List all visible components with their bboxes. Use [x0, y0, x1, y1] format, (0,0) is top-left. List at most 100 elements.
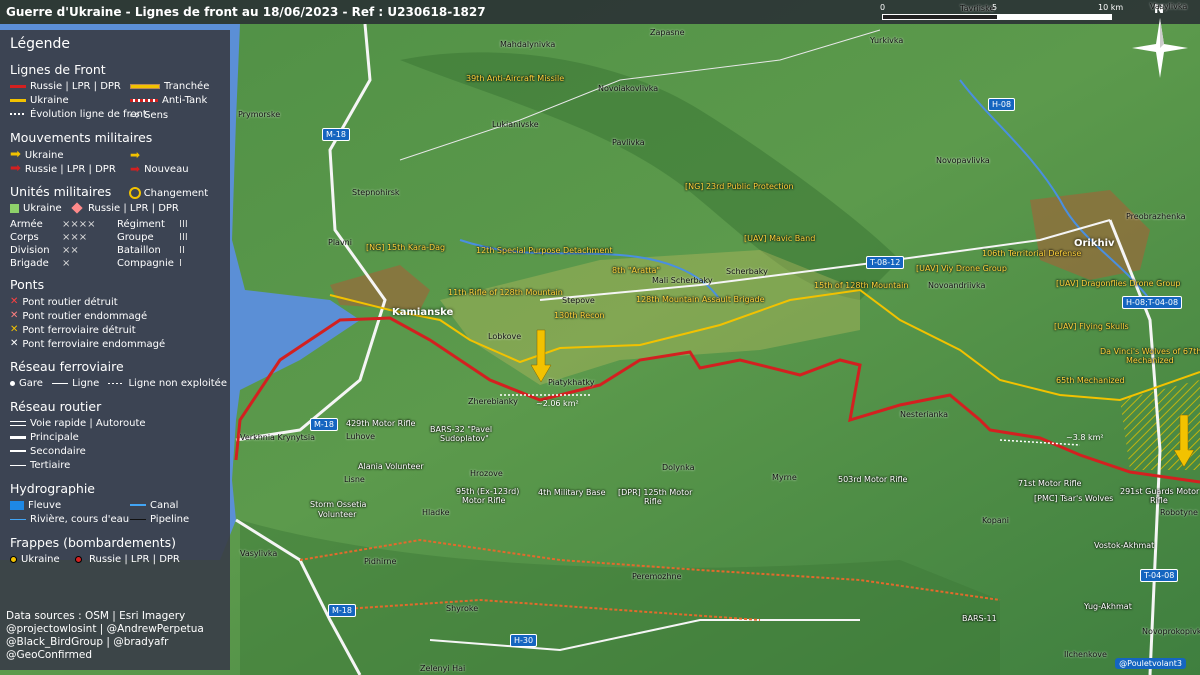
main-road-swatch: [10, 435, 26, 439]
highway-swatch: [10, 420, 26, 426]
ua-unit-label: 128th Mountain Assault Brigade: [636, 295, 765, 304]
rail-line-swatch: [52, 382, 69, 384]
rail-bridge-destroyed-icon: ✕: [10, 324, 19, 335]
ua-unit-label: 130th Recon: [554, 311, 605, 320]
town-label: Lobkove: [488, 332, 522, 341]
town-label: Yurkivka: [870, 36, 904, 45]
ua-unit-label: 15th of 128th Mountain: [814, 281, 909, 290]
legend-r3: Secondaire: [30, 446, 86, 457]
ru-unit-label: Vostok-Akhmat: [1094, 541, 1155, 550]
area-gain-label: ~2.06 km²: [536, 399, 579, 408]
legend-rail-title: Réseau ferroviaire: [10, 359, 124, 374]
ua-unit-label: [NG] 15th Kara-Dag: [366, 243, 446, 252]
ru-strike-dot-icon: [74, 555, 82, 563]
river-swatch: [10, 518, 26, 520]
town-label: Dolynka: [662, 463, 695, 472]
trench-swatch: [130, 83, 160, 89]
source-line-1: @projectowlosint | @AndrewPerpetua: [6, 623, 204, 635]
road-bridge-damaged-icon: ✕: [10, 310, 19, 321]
grid-2-a: Division: [10, 245, 50, 256]
ru-unit-label: 4th Military Base: [538, 488, 606, 497]
town-label: Peremozhne: [632, 572, 682, 581]
legend-front-title: Lignes de Front: [10, 62, 106, 77]
town-label: Vasylivka: [240, 549, 278, 558]
grid-3-a: Brigade: [10, 258, 49, 269]
legend-antitank: Anti-Tank: [162, 95, 208, 106]
sens-arrow-icon: ⇨: [130, 108, 141, 122]
town-label: Pidhirne: [364, 557, 397, 566]
legend-russia-line: Russie | LPR | DPR: [30, 81, 121, 92]
road-shield-t0812: T-08-12: [866, 256, 905, 269]
legend-strikes-title: Frappes (bombardements): [10, 535, 176, 550]
road-bridge-destroyed-icon: ✕: [10, 296, 19, 307]
ua-unit-label: 8th "Aratta": [612, 266, 661, 275]
compass-rose: N: [1132, 0, 1188, 80]
ru-unit-label: 95th (Ex-123rd): [456, 487, 520, 496]
grid-1-a: Corps: [10, 232, 39, 243]
ru-unit-label: Sudoplatov": [440, 434, 489, 443]
secondary-road-swatch: [10, 450, 26, 452]
town-label: Plavni: [328, 238, 352, 247]
grid-1-bs: III: [179, 232, 188, 243]
evolution-swatch: [10, 113, 26, 115]
ru-unit-label: 71st Motor Rifle: [1018, 479, 1082, 488]
town-label: Stepove: [562, 296, 595, 305]
town-label: Zelenyi Hai: [420, 664, 466, 673]
legend-b1: Pont routier détruit: [22, 297, 118, 308]
legend-r4: Tertiaire: [30, 460, 71, 471]
ua-unit-square-icon: [10, 203, 19, 213]
town-label: Mali Scherbaky: [652, 276, 713, 285]
ru-unit-label: 429th Motor Rifle: [346, 419, 416, 428]
town-label: Hladke: [422, 508, 450, 517]
rail-unused-swatch: [108, 382, 125, 384]
ua-unit-label: [UAV] Mavic Band: [744, 234, 816, 243]
road-shield-h08-t0408: H-08;T-04-08: [1122, 296, 1183, 309]
legend-title: Légende: [10, 36, 71, 52]
ru-unit-label: 503rd Motor Rifle: [838, 475, 908, 484]
road-shield-m18: M-18: [310, 418, 338, 431]
ua-unit-label: 12th Special Purpose Detachment: [476, 246, 613, 255]
legend-gare: Gare: [19, 378, 43, 389]
town-label: Kopani: [982, 516, 1010, 525]
ru-unit-label: [DPR] 125th Motor: [618, 488, 693, 497]
town-label: Myrne: [772, 473, 797, 482]
scale-10: 10 km: [1098, 3, 1124, 12]
fleuve-swatch: [10, 500, 24, 510]
legend-ligne: Ligne: [72, 378, 100, 389]
town-label: Novoprokopivka: [1142, 627, 1200, 636]
rail-bridge-damaged-icon: ✕: [10, 338, 19, 349]
ru-unit-label: Yug-Akhmat: [1084, 602, 1132, 611]
town-label: Luhove: [346, 432, 376, 441]
author-credit: @Pouletvolant3: [1115, 658, 1186, 669]
town-label: Zapasne: [650, 28, 685, 37]
road-shield-h08: H-08: [988, 98, 1016, 111]
grid-3-as: ×: [62, 258, 71, 269]
ru-unit-label: Rifle: [1150, 496, 1168, 505]
change-circle-icon: [128, 187, 141, 199]
ukraine-line-swatch: [10, 98, 26, 102]
ua-unit-label: 11th Rifle of 128th Mountain: [448, 288, 563, 297]
grid-1-b: Groupe: [117, 232, 154, 243]
legend-ukraine-line: Ukraine: [30, 95, 69, 106]
data-sources: Data sources : OSM | Esri Imagery @proje…: [6, 610, 204, 662]
grid-3-b: Compagnie: [117, 258, 174, 269]
legend-r2: Principale: [30, 432, 79, 443]
ru-unit-label: 291st Guards Motor: [1120, 487, 1200, 496]
legend-changement: Changement: [143, 188, 209, 199]
city-label: Kamianske: [392, 307, 454, 318]
town-label: Scherbaky: [726, 267, 768, 276]
legend-fleuve: Fleuve: [28, 500, 62, 511]
grid-2-as: ××: [62, 245, 79, 256]
town-label: Novoiakovlivka: [598, 84, 659, 93]
scale-bar: 0 5 10 km: [880, 3, 1140, 21]
town-label: Piatykhatky: [548, 378, 595, 387]
ru-unit-label: Rifle: [644, 497, 662, 506]
town-label: Pavlivka: [612, 138, 645, 147]
source-line-0: Data sources : OSM | Esri Imagery: [6, 610, 186, 622]
ua-unit-label: [UAV] Flying Skulls: [1054, 322, 1129, 331]
legend-nouveau: Nouveau: [144, 164, 189, 175]
ru-move-arrow-icon: ➡: [10, 161, 21, 176]
grid-1-as: ×××: [62, 232, 88, 243]
road-shield-m18: M-18: [328, 604, 356, 617]
unit-size-grid: Armée ×××× Régiment III Corps ××× Groupe III D…: [10, 219, 220, 269]
